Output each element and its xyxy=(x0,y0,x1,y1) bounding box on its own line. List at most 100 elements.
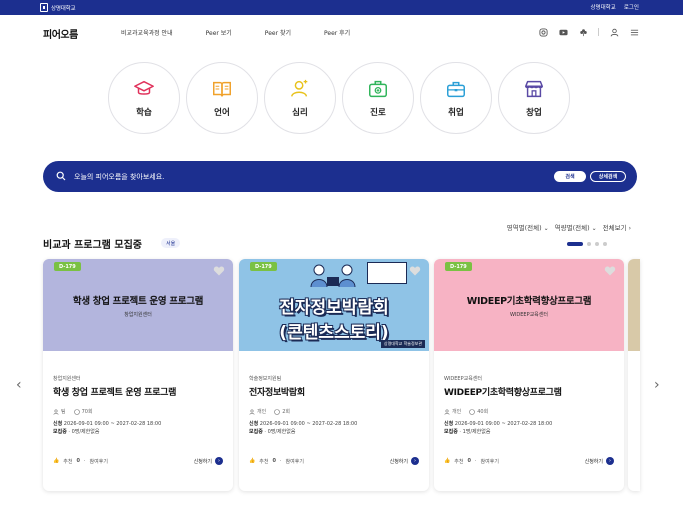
first-aid-kit-icon xyxy=(369,80,387,98)
card-footer: 👍 추천 0 · 참여후기 신청하기 › xyxy=(53,457,223,465)
screen-illustration xyxy=(367,262,407,284)
heart-icon[interactable] xyxy=(604,265,616,277)
thumbs-up-icon[interactable]: 👍 xyxy=(53,458,59,464)
pagination-dot[interactable] xyxy=(603,242,607,246)
search-icon xyxy=(56,171,66,181)
likes-label: 추천 xyxy=(63,458,73,465)
chevron-down-icon: ⌄ xyxy=(543,225,549,232)
filter-bar: 영역별(전체) ⌄ 역량별(전체) ⌄ 전체보기 › xyxy=(507,222,631,232)
card-dates: 신청 2026-09-01 09:00 ~ 2027-02-28 18:00 모… xyxy=(53,421,162,435)
thumbs-up-icon[interactable]: 👍 xyxy=(249,458,255,464)
program-card[interactable]: WIDEEP기초학력향상프로그램 WIDEEP교육센터 D-179 WIDEEP… xyxy=(434,259,624,491)
apply-label: 신청하기 xyxy=(193,458,212,465)
person-icon xyxy=(53,408,59,415)
nav-item-peer-view[interactable]: Peer 보기 xyxy=(206,28,232,37)
carousel-next-button[interactable]: › xyxy=(654,377,660,393)
program-card[interactable]: 학생 창업 프로젝트 운영 프로그램 창업지원센터 D-179 창업지원센터 학… xyxy=(43,259,233,491)
card-meta: 개인 40회 xyxy=(444,408,614,415)
category-psychology[interactable]: 심리 xyxy=(264,62,336,134)
nav-item-peer-review[interactable]: Peer 후기 xyxy=(324,28,350,37)
book-icon xyxy=(213,81,231,97)
participation-type: 개인 xyxy=(257,409,267,415)
next-card-peek[interactable] xyxy=(628,259,640,491)
area-filter[interactable]: 영역별(전체) ⌄ xyxy=(507,222,549,232)
category-startup[interactable]: 창업 xyxy=(498,62,570,134)
card-meta: 개인 2회 xyxy=(249,408,419,415)
graduation-cap-icon xyxy=(134,80,154,95)
review-link[interactable]: 참여후기 xyxy=(286,458,304,465)
search-button[interactable]: 검색 xyxy=(554,171,586,182)
status-label: 모집중 xyxy=(444,429,458,435)
section-title: 비교과 프로그램 모집중 xyxy=(43,240,142,251)
dday-badge: D-179 xyxy=(250,262,277,271)
apply-button[interactable]: 신청하기 › xyxy=(194,457,223,465)
search-input[interactable]: 오늘의 피어오름을 찾아보세요. xyxy=(74,172,164,182)
main-nav: 비교과교육과정 안내 Peer 보기 Peer 찾기 Peer 후기 xyxy=(121,28,383,37)
login-link[interactable]: 로그인 xyxy=(624,3,639,11)
thumbnail-subtitle: WIDEEP교육센터 xyxy=(509,311,548,318)
card-title[interactable]: 학생 창업 프로젝트 운영 프로그램 xyxy=(53,385,223,398)
flower-icon[interactable] xyxy=(578,27,588,37)
status-label: 모집중 xyxy=(53,429,67,435)
card-dates: 신청 2026-09-01 09:00 ~ 2027-02-28 18:00 모… xyxy=(249,421,358,435)
pagination-dot-active[interactable] xyxy=(567,242,583,246)
apply-label: 신청하기 xyxy=(389,458,408,465)
thumbs-up-icon[interactable]: 👍 xyxy=(444,458,450,464)
poster-tag: 상명대학교 학술정보관 xyxy=(380,340,425,348)
review-link[interactable]: 참여후기 xyxy=(481,458,499,465)
pagination-dot[interactable] xyxy=(587,242,591,246)
category-career[interactable]: 진로 xyxy=(342,62,414,134)
header-divider xyxy=(598,28,599,36)
card-title[interactable]: 전자정보박람회 xyxy=(249,385,419,398)
heart-icon[interactable] xyxy=(213,265,225,277)
category-label: 학습 xyxy=(136,108,152,118)
apply-period: 2026-09-01 09:00 ~ 2027-02-28 18:00 xyxy=(454,421,553,427)
view-all-link[interactable]: 전체보기 › xyxy=(603,222,631,232)
carousel-prev-button[interactable]: ‹ xyxy=(16,377,22,393)
participation-type: 팀 xyxy=(61,409,66,415)
category-study[interactable]: 학습 xyxy=(108,62,180,134)
pagination-dot[interactable] xyxy=(595,242,599,246)
card-body: WIDEEP교육센터 WIDEEP기초학력향상프로그램 개인 40회 신청 20… xyxy=(444,375,614,436)
people-illustration xyxy=(310,264,356,287)
user-icon[interactable] xyxy=(609,27,619,37)
program-card[interactable]: 전자정보박람회 (콘텐츠스토리) 상명대학교 학술정보관 D-179 학술정보지… xyxy=(239,259,429,491)
apply-button[interactable]: 신청하기 › xyxy=(390,457,419,465)
nav-item-program-guide[interactable]: 비교과교육과정 안내 xyxy=(121,28,173,37)
status-detail: 1명/제한없음 xyxy=(462,429,491,435)
category-language[interactable]: 언어 xyxy=(186,62,258,134)
likes-count: 0 xyxy=(272,458,276,464)
area-filter-label: 영역별(전체) xyxy=(506,224,542,232)
card-body: 창업지원센터 학생 창업 프로젝트 운영 프로그램 팀 70회 신청 2026-… xyxy=(53,375,223,436)
apply-period-label: 신청 xyxy=(444,421,454,427)
menu-icon[interactable] xyxy=(629,27,639,37)
apply-button[interactable]: 신청하기 › xyxy=(585,457,614,465)
status-detail: 0명/제한없음 xyxy=(267,429,296,435)
status-detail: 0명/제한없음 xyxy=(71,429,100,435)
nav-item-peer-find[interactable]: Peer 찾기 xyxy=(265,28,291,37)
competency-filter[interactable]: 역량별(전체) ⌄ xyxy=(555,222,597,232)
site-header: 피어오름 비교과교육과정 안내 Peer 보기 Peer 찾기 Peer 후기 xyxy=(0,15,683,53)
card-title[interactable]: WIDEEP기초학력향상프로그램 xyxy=(444,385,614,398)
likes-count: 0 xyxy=(76,458,80,464)
category-label: 심리 xyxy=(292,108,308,118)
chevron-right-icon: › xyxy=(215,457,223,465)
university-link[interactable]: 상명대학교 xyxy=(591,3,616,11)
participation-type: 개인 xyxy=(452,409,462,415)
region-badge: 서울 xyxy=(161,238,181,248)
site-logo[interactable]: 피어오름 xyxy=(43,26,78,41)
chevron-down-icon: ⌄ xyxy=(591,225,597,232)
youtube-icon[interactable] xyxy=(558,27,568,37)
likes-label: 추천 xyxy=(259,458,269,465)
category-employment[interactable]: 취업 xyxy=(420,62,492,134)
heart-icon[interactable] xyxy=(409,265,421,277)
category-label: 언어 xyxy=(214,108,230,118)
review-link[interactable]: 참여후기 xyxy=(90,458,108,465)
thumbnail-title: 학생 창업 프로젝트 운영 프로그램 xyxy=(72,295,204,307)
instagram-icon[interactable] xyxy=(538,27,548,37)
utility-links: 상명대학교 로그인 xyxy=(591,3,640,11)
advanced-search-button[interactable]: 상세검색 xyxy=(590,171,626,182)
university-logo[interactable]: 상명대학교 xyxy=(40,2,76,13)
view-all-label: 전체보기 xyxy=(602,224,627,232)
thumbnail-subtitle: 창업지원센터 xyxy=(124,311,152,318)
